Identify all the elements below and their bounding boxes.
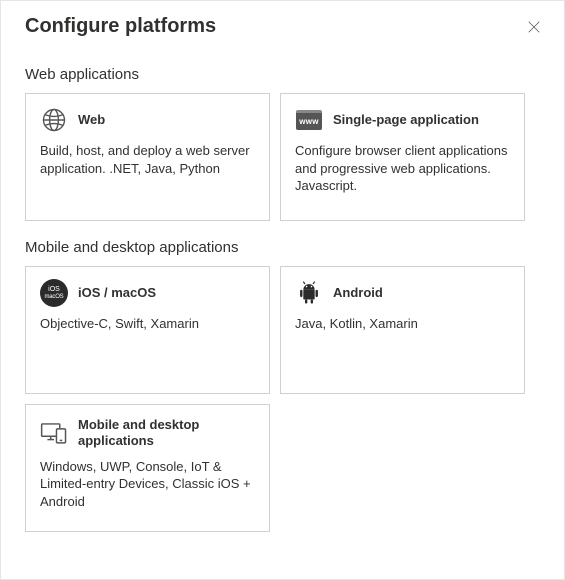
card-grid-mobile: iOS macOS iOS / macOS Objective-C, Swift… [25, 266, 540, 532]
ios-macos-icon: iOS macOS [40, 279, 68, 307]
card-header: Mobile and desktop applications [40, 417, 255, 450]
panel-title: Configure platforms [25, 15, 540, 38]
globe-icon [40, 106, 68, 134]
card-desc: Configure browser client applications an… [295, 142, 510, 195]
configure-platforms-panel: Configure platforms Web applications Web… [1, 1, 564, 579]
card-title: iOS / macOS [78, 285, 156, 301]
card-grid-web: Web Build, host, and deploy a web server… [25, 93, 540, 221]
card-desc: Java, Kotlin, Xamarin [295, 315, 510, 333]
card-header: www Single-page application [295, 106, 510, 134]
platform-card-desktop[interactable]: Mobile and desktop applications Windows,… [25, 404, 270, 532]
card-title: Single-page application [333, 112, 479, 128]
close-icon [527, 20, 541, 34]
desktop-mobile-icon [40, 419, 68, 447]
card-title: Web [78, 112, 105, 128]
section-label-mobile: Mobile and desktop applications [25, 239, 540, 256]
platform-card-web[interactable]: Web Build, host, and deploy a web server… [25, 93, 270, 221]
platform-card-spa[interactable]: www Single-page application Configure br… [280, 93, 525, 221]
card-desc: Build, host, and deploy a web server app… [40, 142, 255, 177]
card-title: Android [333, 285, 383, 301]
close-button[interactable] [522, 15, 546, 39]
card-title: Mobile and desktop applications [78, 417, 255, 450]
android-icon [295, 279, 323, 307]
card-desc: Objective-C, Swift, Xamarin [40, 315, 255, 333]
browser-www-icon: www [295, 106, 323, 134]
section-label-web: Web applications [25, 66, 540, 83]
card-desc: Windows, UWP, Console, IoT & Limited-ent… [40, 458, 255, 511]
card-header: iOS macOS iOS / macOS [40, 279, 255, 307]
card-header: Android [295, 279, 510, 307]
card-header: Web [40, 106, 255, 134]
platform-card-android[interactable]: Android Java, Kotlin, Xamarin [280, 266, 525, 394]
platform-card-ios[interactable]: iOS macOS iOS / macOS Objective-C, Swift… [25, 266, 270, 394]
